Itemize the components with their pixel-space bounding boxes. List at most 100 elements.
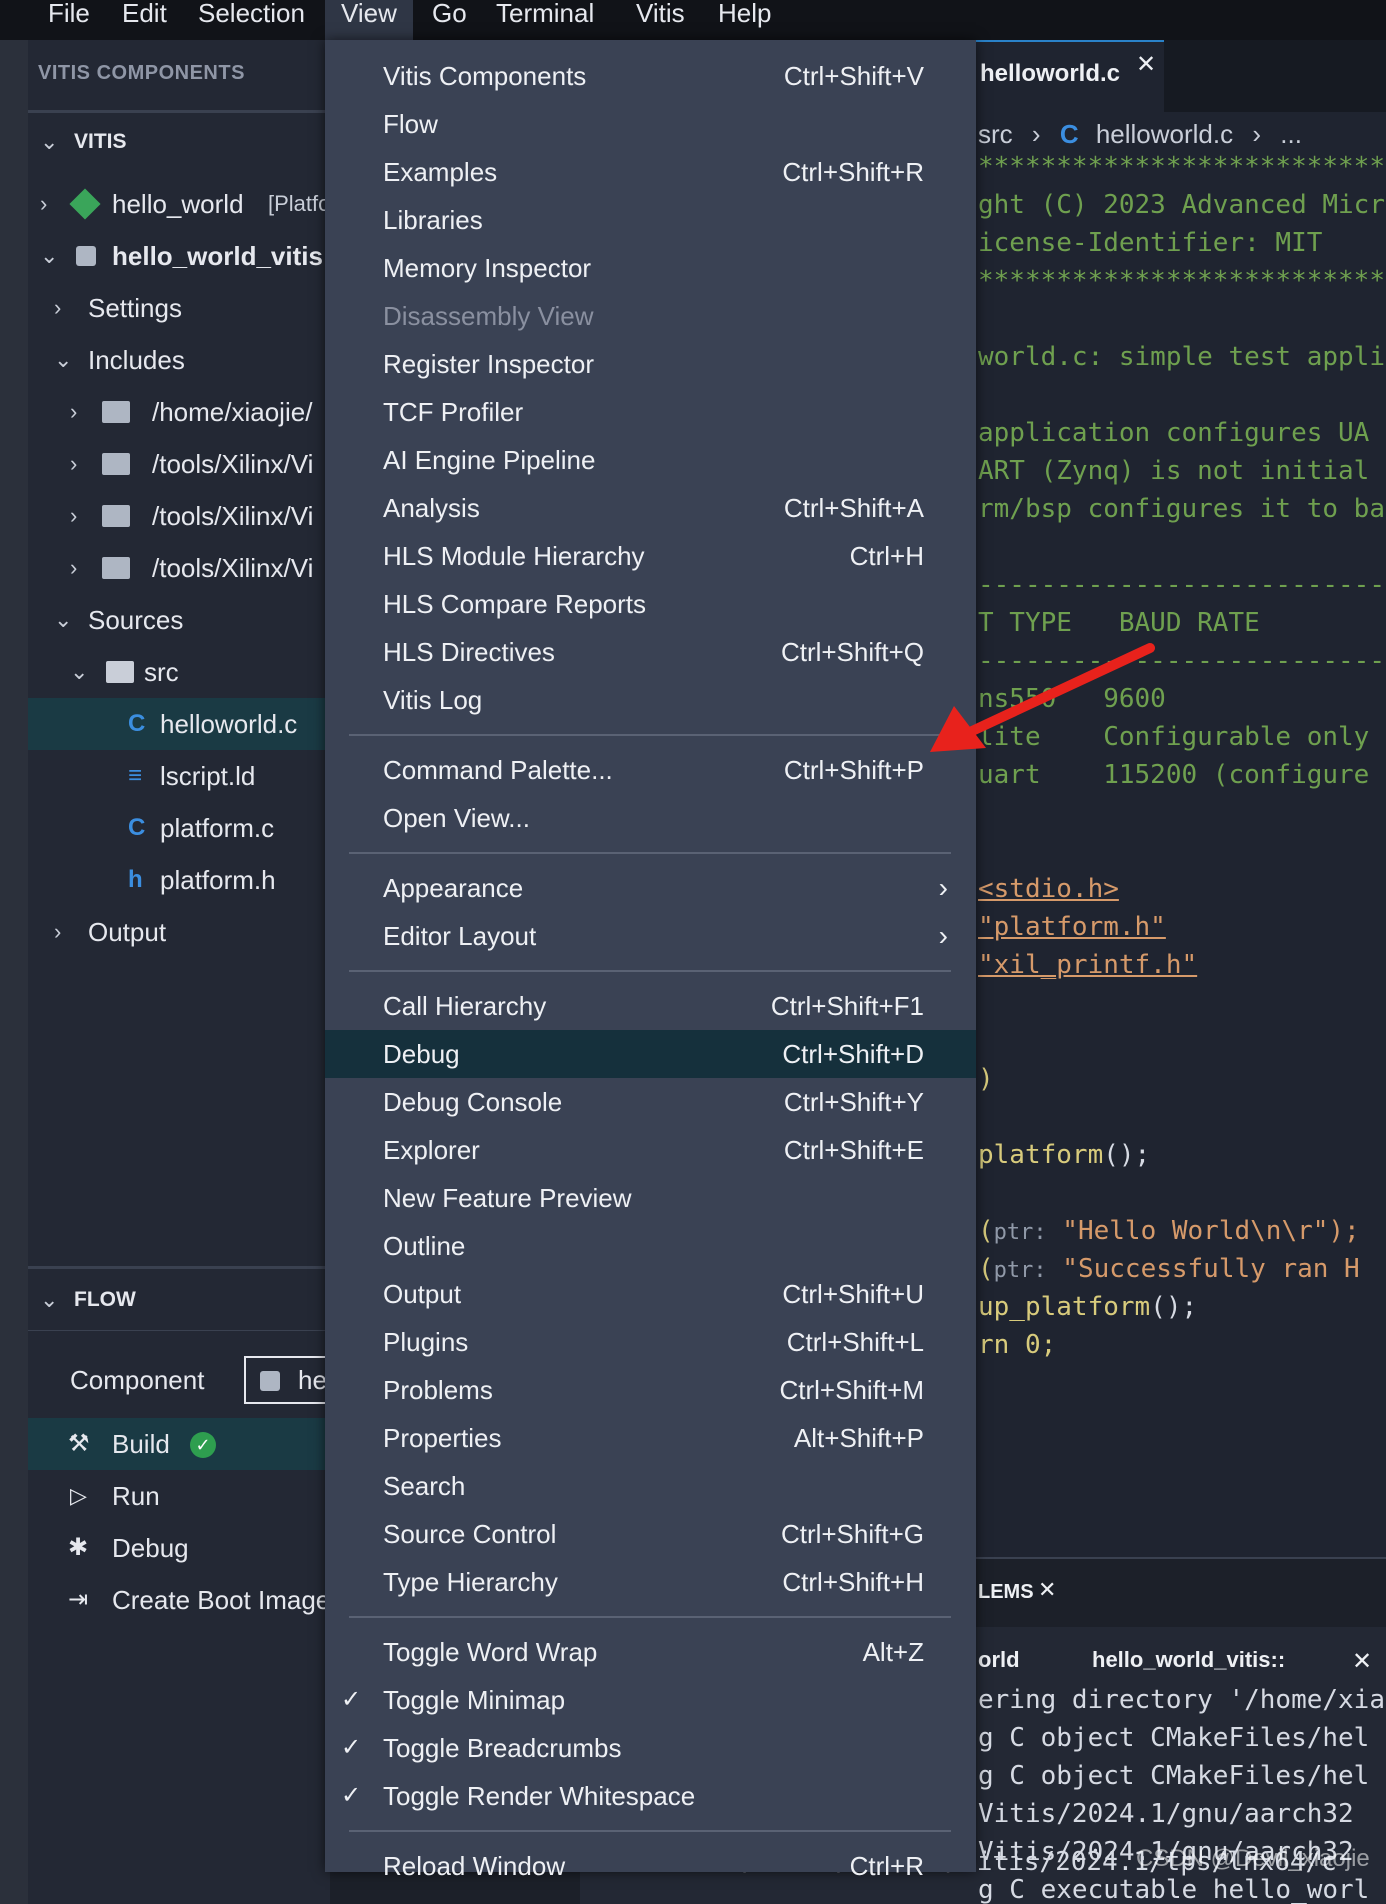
menu-item-label: Command Palette... — [383, 755, 613, 785]
menu-separator — [349, 970, 951, 972]
include-path-item[interactable]: › /tools/Xilinx/Vi — [28, 490, 330, 542]
tree-item-includes[interactable]: ⌄ Includes — [28, 334, 330, 386]
menu-item-shortcut: Ctrl+H — [849, 541, 924, 571]
watermark: CSDN @Devil_xiaojie — [1136, 1845, 1370, 1872]
menu-item-type-hierarchy[interactable]: Type Hierarchy Ctrl+Shift+H — [325, 1558, 976, 1606]
close-icon[interactable]: ✕ — [1038, 1577, 1056, 1603]
menu-item-appearance[interactable]: Appearance › — [325, 864, 976, 912]
menu-item-explorer[interactable]: Explorer Ctrl+Shift+E — [325, 1126, 976, 1174]
menu-item-shortcut: Alt+Shift+P — [793, 1423, 924, 1453]
chip-icon — [260, 1371, 280, 1391]
menu-item-vitis-log[interactable]: Vitis Log — [325, 676, 976, 724]
include-link[interactable]: <stdio.h> — [978, 874, 1119, 904]
menu-terminal[interactable]: Terminal — [496, 0, 594, 40]
close-icon[interactable]: ✕ — [1136, 50, 1156, 79]
include-path-item[interactable]: › /tools/Xilinx/Vi — [28, 542, 330, 594]
menu-item-label: Flow — [383, 109, 438, 139]
menu-item-properties[interactable]: Properties Alt+Shift+P — [325, 1414, 976, 1462]
menu-item-hls-directives[interactable]: HLS Directives Ctrl+Shift+Q — [325, 628, 976, 676]
flow-section-header[interactable]: ⌄ FLOW — [28, 1274, 330, 1326]
tree-item-application[interactable]: ⌄ hello_world_vitis — [28, 230, 330, 282]
menu-item-toggle-breadcrumbs[interactable]: ✓ Toggle Breadcrumbs — [325, 1724, 976, 1772]
flow-item-run[interactable]: ▷ Run — [28, 1470, 330, 1522]
menu-item-label: Libraries — [383, 205, 483, 235]
play-icon: ▷ — [70, 1483, 87, 1508]
tree-item-output[interactable]: › Output — [28, 906, 330, 958]
menu-item-memory-inspector[interactable]: Memory Inspector — [325, 244, 976, 292]
menu-item-libraries[interactable]: Libraries — [325, 196, 976, 244]
menu-item-shortcut: Ctrl+Shift+Q — [780, 637, 924, 667]
menu-item-examples[interactable]: Examples Ctrl+Shift+R — [325, 148, 976, 196]
menu-item-flow[interactable]: Flow — [325, 100, 976, 148]
hammer-icon: ⚒ — [68, 1430, 90, 1457]
menu-item-label: Toggle Breadcrumbs — [383, 1733, 622, 1763]
flow-item-debug[interactable]: ✱ Debug — [28, 1522, 330, 1574]
close-icon[interactable]: ✕ — [1352, 1647, 1372, 1676]
tree-item-settings[interactable]: › Settings — [28, 282, 330, 334]
include-path-item[interactable]: › /tools/Xilinx/Vi — [28, 438, 330, 490]
menu-separator — [349, 1616, 951, 1618]
menu-item-command-palette[interactable]: Command Palette... Ctrl+Shift+P — [325, 746, 976, 794]
menu-item-tcf-profiler[interactable]: TCF Profiler — [325, 388, 976, 436]
menu-item-debug[interactable]: Debug Ctrl+Shift+D — [325, 1030, 976, 1078]
menu-item-debug-console[interactable]: Debug Console Ctrl+Shift+Y — [325, 1078, 976, 1126]
tree-item-src[interactable]: ⌄ src — [28, 646, 330, 698]
file-item-lscript-ld[interactable]: ≡ lscript.ld — [28, 750, 330, 802]
include-path-item[interactable]: › /home/xiaojie/ — [28, 386, 330, 438]
menu-item-toggle-minimap[interactable]: ✓ Toggle Minimap — [325, 1676, 976, 1724]
menu-selection[interactable]: Selection — [198, 0, 305, 40]
menu-item-register-inspector[interactable]: Register Inspector — [325, 340, 976, 388]
component-dropdown[interactable]: he — [244, 1356, 330, 1404]
menu-edit[interactable]: Edit — [122, 0, 167, 40]
menu-item-label: TCF Profiler — [383, 397, 524, 427]
menu-view[interactable]: View — [325, 0, 413, 40]
code-line: ****************************** — [978, 152, 1386, 182]
vitis-section-header[interactable]: ⌄ VITIS — [28, 116, 330, 168]
menu-separator — [349, 852, 951, 854]
menu-item-vitis-components[interactable]: Vitis Components Ctrl+Shift+V — [325, 52, 976, 100]
include-link[interactable]: "xil_printf.h" — [978, 950, 1197, 980]
activity-bar — [0, 40, 28, 1904]
c-file-icon: C — [1059, 119, 1079, 149]
menu-item-open-view[interactable]: Open View... — [325, 794, 976, 842]
menu-item-new-feature-preview[interactable]: New Feature Preview — [325, 1174, 976, 1222]
include-link[interactable]: "platform.h" — [978, 912, 1166, 942]
menu-item-ai-engine-pipeline[interactable]: AI Engine Pipeline — [325, 436, 976, 484]
menu-item-plugins[interactable]: Plugins Ctrl+Shift+L — [325, 1318, 976, 1366]
menu-go[interactable]: Go — [432, 0, 467, 40]
menu-item-editor-layout[interactable]: Editor Layout › — [325, 912, 976, 960]
menu-item-hls-compare-reports[interactable]: HLS Compare Reports — [325, 580, 976, 628]
file-item-platform-c[interactable]: C platform.c — [28, 802, 330, 854]
code-line: application configures UA — [978, 418, 1370, 448]
menu-item-source-control[interactable]: Source Control Ctrl+Shift+G — [325, 1510, 976, 1558]
menu-item-label: Explorer — [383, 1135, 480, 1165]
tree-item-sources[interactable]: ⌄ Sources — [28, 594, 330, 646]
folder-icon — [102, 453, 130, 475]
menu-help[interactable]: Help — [718, 0, 771, 40]
flow-item-build[interactable]: ⚒ Build ✓ — [28, 1418, 330, 1470]
menu-file[interactable]: File — [48, 0, 90, 40]
menu-item-outline[interactable]: Outline — [325, 1222, 976, 1270]
menu-item-analysis[interactable]: Analysis Ctrl+Shift+A — [325, 484, 976, 532]
file-item-platform-h[interactable]: h platform.h — [28, 854, 330, 906]
menu-item-reload-window[interactable]: Reload Window Ctrl+R — [325, 1842, 976, 1890]
menu-item-hls-module-hierarchy[interactable]: HLS Module Hierarchy Ctrl+H — [325, 532, 976, 580]
chevron-down-icon: ⌄ — [40, 243, 59, 268]
menu-vitis[interactable]: Vitis — [636, 0, 685, 40]
file-item-helloworld-c[interactable]: C helloworld.c — [28, 698, 330, 750]
annotation-arrow — [930, 643, 1155, 752]
menu-item-output[interactable]: Output Ctrl+Shift+U — [325, 1270, 976, 1318]
menu-item-problems[interactable]: Problems Ctrl+Shift+M — [325, 1366, 976, 1414]
menu-item-toggle-word-wrap[interactable]: Toggle Word Wrap Alt+Z — [325, 1628, 976, 1676]
menu-item-toggle-render-whitespace[interactable]: ✓ Toggle Render Whitespace — [325, 1772, 976, 1820]
menu-item-search[interactable]: Search — [325, 1462, 976, 1510]
tab-problems[interactable]: LEMS — [978, 1581, 1034, 1604]
flow-item-create-boot-image[interactable]: ⇥ Create Boot Image — [28, 1574, 330, 1626]
terminal-tab[interactable]: hello_world_vitis:: — [1092, 1647, 1285, 1673]
menu-item-call-hierarchy[interactable]: Call Hierarchy Ctrl+Shift+F1 — [325, 982, 976, 1030]
chevron-right-icon: › — [54, 295, 62, 320]
terminal-tab[interactable]: orld — [978, 1647, 1020, 1673]
chevron-right-icon: › — [70, 399, 78, 424]
tree-item-platform[interactable]: › hello_world [Platfo — [28, 178, 330, 230]
code-line: ART (Zynq) is not initial — [978, 456, 1370, 486]
